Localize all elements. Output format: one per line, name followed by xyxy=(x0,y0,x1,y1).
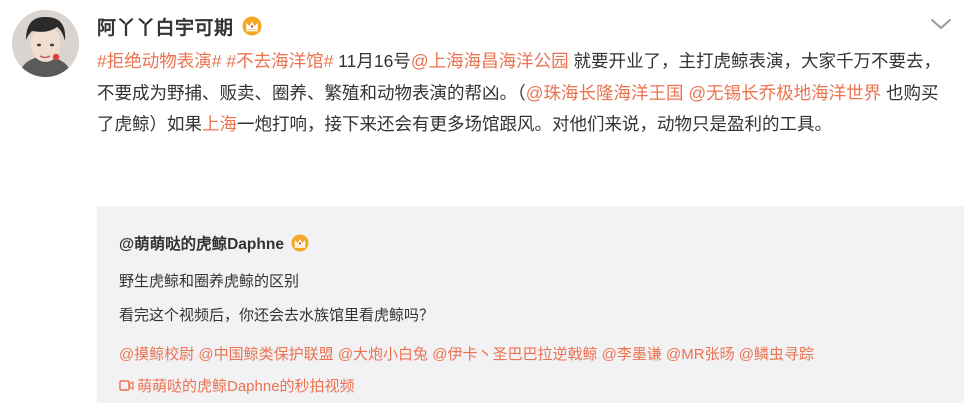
video-icon xyxy=(119,379,134,392)
repost-author-link[interactable]: @萌萌哒的虎鲸Daphne xyxy=(119,232,284,254)
crown-icon[interactable] xyxy=(240,16,264,36)
mention-link[interactable]: @鳞虫寻踪 xyxy=(739,346,814,363)
author-name[interactable]: 阿丫丫白宇可期 xyxy=(97,13,234,40)
hashtag-link[interactable]: #拒绝动物表演# xyxy=(97,51,221,71)
crown-icon[interactable] xyxy=(289,234,311,252)
video-link[interactable]: 萌萌哒的虎鲸Daphne的秒拍视频 xyxy=(119,375,355,396)
mention-link[interactable]: @无锡长乔极地海洋世界 xyxy=(688,83,881,103)
repost-box: @萌萌哒的虎鲸Daphne 野生虎鲸和圈养虎鲸的区别 看完这个视频后，你还会去水… xyxy=(97,206,964,403)
avatar[interactable] xyxy=(12,10,79,77)
post-text: #拒绝动物表演# #不去海洋馆# 11月16号@上海海昌海洋公园 就要开业了，主… xyxy=(97,46,952,141)
mention-link[interactable]: @上海海昌海洋公园 xyxy=(411,51,569,71)
repost-line: 野生虎鲸和圈养虎鲸的区别 xyxy=(119,273,300,290)
mention-link[interactable]: @李墨谦 xyxy=(602,346,662,363)
mention-link[interactable]: @伊卡丶圣巴巴拉逆戟鲸 xyxy=(432,346,597,363)
chevron-down-icon[interactable] xyxy=(930,16,952,32)
mention-link[interactable]: @珠海长隆海洋王国 xyxy=(526,83,684,103)
text-segment: 11月16号 xyxy=(333,51,411,71)
mention-link[interactable]: @大炮小白兔 xyxy=(338,346,428,363)
mention-link[interactable]: @摸鲸校尉 xyxy=(119,346,194,363)
text-segment: 一炮打响，接下来还会有更多场馆跟风。对他们来说，动物只是盈利的工具。 xyxy=(237,114,832,134)
mention-link[interactable]: @MR张旸 xyxy=(666,346,735,363)
location-link[interactable]: 上海 xyxy=(202,114,237,134)
mention-link[interactable]: @中国鲸类保护联盟 xyxy=(198,346,333,363)
video-link-label: 萌萌哒的虎鲸Daphne的秒拍视频 xyxy=(137,378,355,395)
hashtag-link[interactable]: #不去海洋馆# xyxy=(226,51,333,71)
repost-line: 看完这个视频后，你还会去水族馆里看虎鲸吗？ xyxy=(119,307,435,324)
mentions-list: @摸鲸校尉 @中国鲸类保护联盟 @大炮小白兔 @伊卡丶圣巴巴拉逆戟鲸 @李墨谦 … xyxy=(119,343,814,364)
